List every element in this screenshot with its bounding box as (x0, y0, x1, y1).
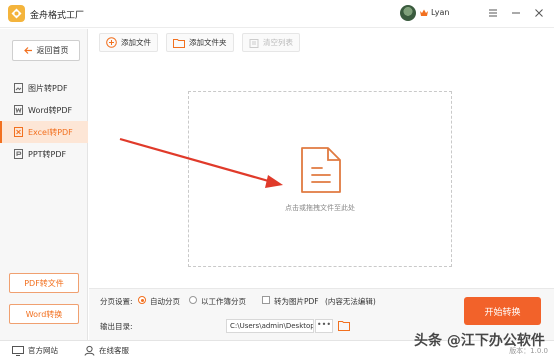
split-setting-label: 分页设置: (100, 297, 133, 306)
service-label: 在线客服 (99, 346, 129, 355)
online-service-link[interactable]: 在线客服 (84, 345, 129, 356)
pdf-to-file-button[interactable]: PDF转文件 (9, 273, 79, 293)
document-icon (301, 147, 341, 193)
sidebar-item-label: PPT转PDF (28, 149, 67, 159)
image-file-icon (14, 83, 23, 93)
sidebar-item-label: 图片转PDF (28, 83, 68, 93)
add-folder-label: 添加文件夹 (189, 38, 227, 47)
sidebar-item-word-to-pdf[interactable]: Word转PDF (0, 99, 88, 121)
website-label: 官方网站 (28, 346, 58, 355)
minimize-icon[interactable] (509, 6, 523, 20)
add-circle-icon (106, 37, 117, 48)
word-convert-button[interactable]: Word转换 (9, 304, 79, 324)
app-title: 金舟格式工厂 (30, 11, 85, 21)
output-path-field[interactable]: C:\Users\admin\Desktop (226, 319, 314, 333)
add-file-label: 添加文件 (121, 38, 151, 47)
word-file-icon (14, 105, 23, 115)
sidebar-item-excel-to-pdf[interactable]: Excel转PDF (0, 121, 88, 143)
user-avatar[interactable] (400, 5, 416, 21)
menu-icon[interactable] (486, 6, 500, 20)
ppt-file-icon (14, 149, 23, 159)
close-icon[interactable] (532, 6, 546, 20)
back-home-label: 返回首页 (36, 46, 69, 55)
sheet-split-radio[interactable] (189, 296, 197, 304)
add-folder-button[interactable]: 添加文件夹 (166, 33, 234, 52)
clear-list-label: 清空列表 (263, 38, 293, 47)
folder-icon (173, 38, 185, 48)
to-image-pdf-checkbox[interactable] (262, 296, 270, 304)
auto-split-radio[interactable] (138, 296, 146, 304)
file-drop-zone[interactable]: 点击或拖拽文件至此处 (188, 91, 452, 267)
drop-hint: 点击或拖拽文件至此处 (285, 204, 355, 212)
title-bar: 金舟格式工厂 Lyan (0, 0, 554, 28)
open-folder-icon[interactable] (338, 320, 350, 331)
watermark: 头条 @江下办公软件 (414, 333, 545, 349)
clear-list-icon (249, 38, 259, 48)
sheet-split-label[interactable]: 以工作簿分页 (201, 296, 246, 307)
start-convert-button[interactable]: 开始转换 (464, 297, 541, 325)
sidebar: 返回首页 图片转PDF Word转PDF Excel转PDF PPT转PDF P… (0, 29, 88, 340)
clear-list-button[interactable]: 清空列表 (242, 33, 300, 52)
output-dir-label: 输出目录: (100, 322, 133, 331)
to-image-pdf-label[interactable]: 转为图片PDF (274, 296, 319, 307)
sidebar-item-label: Excel转PDF (28, 127, 73, 137)
vip-crown-icon (420, 9, 428, 16)
official-website-link[interactable]: 官方网站 (12, 345, 58, 356)
sidebar-item-ppt-to-pdf[interactable]: PPT转PDF (0, 143, 88, 165)
browse-more-button[interactable]: ••• (315, 319, 333, 333)
auto-split-label[interactable]: 自动分页 (150, 296, 180, 307)
username[interactable]: Lyan (431, 8, 449, 17)
excel-file-icon (14, 127, 23, 137)
app-logo-icon (8, 5, 25, 22)
monitor-icon (12, 345, 24, 356)
add-file-button[interactable]: 添加文件 (99, 33, 158, 52)
sidebar-item-image-to-pdf[interactable]: 图片转PDF (0, 77, 88, 99)
to-image-pdf-note: (内容无法编辑) (325, 297, 376, 306)
sidebar-item-label: Word转PDF (28, 105, 73, 115)
customer-service-icon (84, 345, 95, 356)
back-home-button[interactable]: 返回首页 (12, 40, 80, 61)
back-arrow-icon (23, 47, 32, 54)
